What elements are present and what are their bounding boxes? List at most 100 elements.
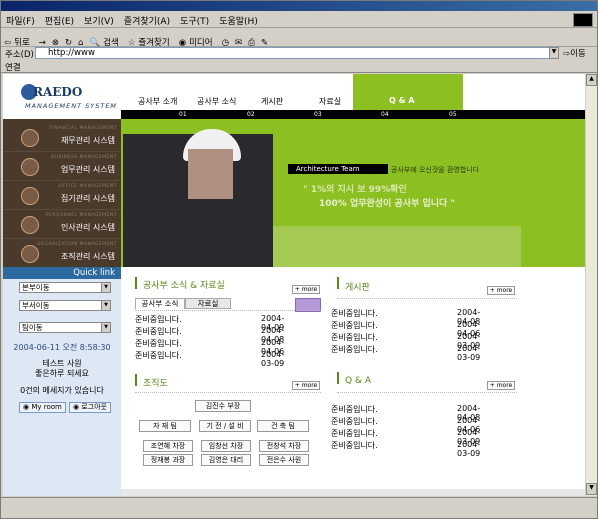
row-text: 준비중입니다. — [331, 333, 378, 342]
list-item[interactable]: 준비중입니다. 2004-03-09 — [331, 332, 480, 350]
home-icon[interactable]: ⌂ — [75, 34, 86, 48]
stop-icon[interactable]: ⊗ — [49, 34, 62, 48]
menu-view[interactable]: 보기(V) — [79, 11, 119, 27]
sidebar-item-personnel[interactable]: PERSONNEL MANAGEMENT 인사관리 시스템 — [3, 210, 121, 239]
menu-favorites[interactable]: 즐겨찾기(A) — [119, 11, 175, 27]
nav-num-4: 04 — [381, 111, 389, 118]
address-dropdown-icon[interactable]: ▼ — [549, 47, 559, 59]
list-item[interactable]: 준비중입니다. 2004-04-06 — [331, 320, 480, 338]
links-label: 연결 — [5, 63, 21, 73]
sidebar-item-office[interactable]: OFFICE MANAGEMENT 집기관리 시스템 — [3, 181, 121, 210]
hero-slogan-1: " 1%의 지시 보 99%확인 — [303, 185, 407, 195]
org-member[interactable]: 정재봉 과장 — [143, 454, 193, 466]
myroom-label: My room — [31, 403, 62, 411]
menu-edit[interactable]: 편집(E) — [40, 11, 79, 27]
logo-sub: MANAGEMENT SYSTEM — [25, 102, 118, 110]
news-more-button[interactable]: + more — [292, 285, 320, 294]
title-bar — [1, 1, 597, 11]
nav-qna[interactable]: Q & A — [389, 96, 415, 105]
myroom-button[interactable]: ◉ My room — [19, 402, 66, 413]
org-member[interactable]: 전은수 사원 — [259, 454, 309, 466]
list-item[interactable]: 준비중입니다. 2004-04-08 — [331, 308, 480, 326]
list-item[interactable]: 준비중입니다. 2004-04-06 — [331, 416, 480, 434]
address-input[interactable]: http://www — [35, 47, 557, 59]
site-logo[interactable]: RAEDO MANAGEMENT SYSTEM — [21, 82, 131, 114]
row-text: 준비중입니다. — [135, 327, 182, 336]
row-text: 준비중입니다. — [331, 417, 378, 426]
list-item[interactable]: 준비중입니다. 2004-03-09 — [135, 350, 284, 368]
windows-logo-icon — [573, 13, 593, 27]
list-item[interactable]: 준비중입니다. 2004-04-09 — [135, 314, 284, 332]
sidebar-item-business[interactable]: BUSINESS MANAGEMENT 업무관리 시스템 — [3, 152, 121, 181]
chevron-down-icon: ▼ — [101, 283, 110, 292]
edit-icon[interactable]: ✎ — [258, 34, 271, 48]
list-item[interactable]: 준비중입니다. 2004-04-08 — [331, 404, 480, 422]
media-button[interactable]: ◉ 미디어 — [176, 28, 219, 48]
menu-help[interactable]: 도움말(H) — [214, 11, 263, 27]
datetime: 2004-06-11 오전 8:58:30 — [13, 343, 111, 352]
list-item[interactable]: 준비중입니다. 2004-04-08 — [135, 326, 284, 344]
logout-button[interactable]: ◉ 로그아웃 — [69, 402, 112, 413]
hero-overlay — [273, 226, 521, 267]
org-member[interactable]: 조연혜 차장 — [143, 440, 193, 452]
org-head[interactable]: 김진수 부장 — [195, 400, 251, 412]
list-item[interactable]: 준비중입니다. 2004-04-06 — [135, 338, 284, 356]
team-select[interactable]: 팀이동 ▼ — [19, 322, 111, 333]
nav-archive[interactable]: 자료실 — [319, 96, 341, 107]
search-button[interactable]: 🔍 검색 — [87, 28, 125, 48]
nav-intro[interactable]: 공사부 소개 — [138, 96, 177, 107]
favorites-button[interactable]: ☆ 즐겨찾기 — [125, 28, 176, 48]
history-icon[interactable]: ◷ — [219, 34, 232, 48]
menu-tools[interactable]: 도구(T) — [175, 11, 214, 27]
tab-archive[interactable]: 자료실 — [185, 298, 231, 309]
list-item[interactable]: 준비중입니다. 2004-03-09 — [331, 344, 480, 362]
scroll-up-icon[interactable]: ▲ — [586, 74, 597, 86]
mail-icon[interactable]: ✉ — [232, 34, 245, 48]
org-member[interactable]: 김영은 대리 — [201, 454, 251, 466]
sidebar-sub: FINANCIAL MANAGEMENT — [49, 126, 117, 131]
sidebar-sub: PERSONNEL MANAGEMENT — [45, 213, 117, 218]
vertical-scrollbar[interactable]: ▲ ▼ — [585, 74, 597, 496]
menu-bar: 파일(F) 편집(E) 보기(V) 즐겨찾기(A) 도구(T) 도움말(H) — [1, 11, 597, 28]
personnel-icon — [21, 216, 39, 234]
links-bar: 연결 — [1, 60, 597, 73]
sidebar-item-organization[interactable]: ORGANIZATION MANAGEMENT 조직관리 시스템 — [3, 239, 121, 268]
more-label: more — [496, 287, 513, 294]
org-team-facilities[interactable]: 기 전 / 설 비 — [199, 420, 251, 432]
divider — [337, 298, 517, 299]
scroll-down-icon[interactable]: ▼ — [586, 483, 597, 495]
nav-board[interactable]: 게시판 — [261, 96, 283, 107]
sidebar-label: 인사관리 시스템 — [60, 223, 115, 232]
section-marker — [337, 372, 339, 384]
footer-strip — [121, 489, 585, 496]
board-more-button[interactable]: + more — [487, 286, 515, 295]
org-team-materials[interactable]: 자 재 팀 — [139, 420, 191, 432]
dept-select[interactable]: 부서이동 ▼ — [19, 300, 111, 311]
org-member[interactable]: 전창석 차장 — [259, 440, 309, 452]
org-more-button[interactable]: + more — [292, 381, 320, 390]
more-label: more — [496, 382, 513, 389]
section-marker — [135, 374, 137, 386]
row-text: 준비중입니다. — [331, 405, 378, 414]
dept-select-value: 부서이동 — [22, 301, 50, 310]
org-member[interactable]: 임창선 차장 — [201, 440, 251, 452]
print-icon[interactable]: ⎙ — [245, 34, 258, 48]
menu-file[interactable]: 파일(F) — [1, 11, 40, 27]
row-text: 준비중입니다. — [331, 441, 378, 450]
tab-news[interactable]: 공사부 소식 — [135, 298, 185, 309]
go-button[interactable]: ⇨이동 — [563, 47, 586, 59]
qna-more-button[interactable]: + more — [487, 381, 515, 390]
hq-select[interactable]: 본부이동 ▼ — [19, 282, 111, 293]
sidebar-label: 업무관리 시스템 — [60, 165, 115, 174]
list-item[interactable]: 준비중입니다. 2004-03-09 — [331, 440, 480, 458]
browser-window: 파일(F) 편집(E) 보기(V) 즐겨찾기(A) 도구(T) 도움말(H) ⇦ 뒤로 → ⊗ ↻… — [0, 0, 598, 519]
back-button[interactable]: ⇦ 뒤로 — [1, 28, 36, 48]
org-team-construction[interactable]: 건 축 팀 — [257, 420, 309, 432]
sidebar-item-finance[interactable]: FINANCIAL MANAGEMENT 재무관리 시스템 — [3, 123, 121, 152]
refresh-icon[interactable]: ↻ — [62, 34, 75, 48]
logout-label: 로그아웃 — [81, 403, 108, 411]
nav-news[interactable]: 공사부 소식 — [197, 96, 236, 107]
list-item[interactable]: 준비중입니다. 2004-03-09 — [331, 428, 480, 446]
message-count[interactable]: 0건의 메세지가 있습니다 — [3, 385, 121, 396]
forward-button[interactable]: → — [36, 34, 49, 48]
